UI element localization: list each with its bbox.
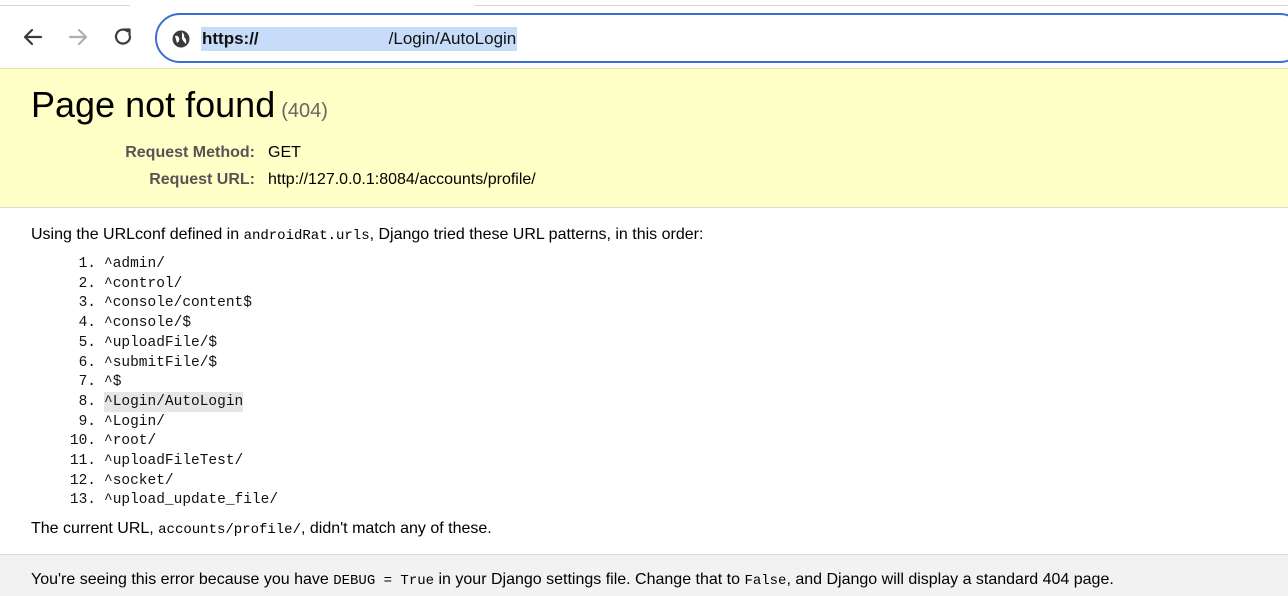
url-pattern-number: 12. [69,472,96,489]
url-pattern-number: 7. [78,374,96,391]
request-method-label: Request Method: [125,144,255,161]
error-summary: Page not found (404) Request Method: GET … [0,68,1288,208]
no-match-message: The current URL, accounts/profile/, didn… [31,518,492,541]
url-pattern-item: 3. ^console/content$ [0,293,400,313]
url-pattern-number: 13. [69,492,96,509]
request-method-value: GET [268,144,301,161]
url-pattern-text: ^admin/ [104,256,165,272]
reload-icon [114,28,132,45]
arrow-right-icon [68,28,88,46]
url-pattern-item: 7. ^$ [0,372,400,392]
url-pattern-item: 12. ^socket/ [0,471,400,491]
url-text[interactable]: https:// /Login/AutoLogin [201,27,518,51]
explanation-part2: in your Django settings file. Change tha… [434,571,745,588]
back-button[interactable] [20,22,46,52]
url-pattern-text: ^Login/ [104,413,165,430]
url-pattern-number: 6. [78,354,96,371]
url-pattern-text: ^submitFile/$ [104,354,218,371]
url-pattern-number: 3. [78,295,96,312]
debug-explanation: You're seeing this error because you hav… [0,554,1288,596]
false-value: False [744,573,787,589]
url-pattern-text: ^$ [104,374,122,391]
url-pattern-item: 11. ^uploadFileTest/ [0,451,400,471]
explanation-part1: You're seeing this error because you hav… [31,571,334,588]
url-scheme: https:// [202,29,259,48]
debug-setting: DEBUG = True [333,573,435,589]
tab-strip [0,0,1288,8]
request-url-row: Request URL: http://127.0.0.1:8084/accou… [0,169,700,191]
reload-button[interactable] [110,22,136,52]
status-code: (404) [281,100,328,122]
request-method-row: Request Method: GET [0,142,600,164]
page-title-text: Page not found [31,84,276,125]
urlconf-info: Using the URLconf defined in androidRat.… [0,208,1288,554]
request-url-label: Request URL: [149,171,255,188]
url-path: /Login/AutoLogin [388,29,517,48]
url-pattern-item: 4. ^console/$ [0,313,400,333]
url-pattern-text: ^console/content$ [104,295,252,312]
url-pattern-number: 11. [69,453,96,469]
url-pattern-item: 2. ^control/ [0,274,400,294]
url-pattern-item: 5. ^uploadFile/$ [0,333,400,353]
url-pattern-item: 6. ^submitFile/$ [0,353,400,373]
intro-before: Using the URLconf defined in [31,226,244,243]
url-pattern-text: ^Login/AutoLogin [104,391,244,412]
urlconf-module: androidRat.urls [243,228,370,244]
request-url-value: http://127.0.0.1:8084/accounts/profile/ [268,171,536,188]
url-pattern-number: 4. [78,315,96,332]
globe-icon[interactable] [171,29,191,49]
url-pattern-item: 13. ^upload_update_file/ [0,490,400,510]
outro-before: The current URL, [31,520,159,537]
url-pattern-item: 10. ^root/ [0,431,400,451]
url-pattern-text: ^console/$ [104,315,192,332]
explanation-part3: , and Django will display a standard 404… [786,571,1114,588]
intro-after: , Django tried these URL patterns, in th… [369,226,704,243]
url-pattern-text: ^control/ [104,275,183,292]
current-path: accounts/profile/ [158,522,301,538]
page-title: Page not found (404) [31,83,328,133]
url-pattern-text: ^root/ [104,433,157,450]
url-pattern-item: 9. ^Login/ [0,412,400,432]
url-pattern-item: 8. ^Login/AutoLogin [0,391,400,412]
url-pattern-number: 10. [69,433,96,450]
tab-edge-left [0,0,130,6]
browser-toolbar: https:// /Login/AutoLogin [0,0,1288,68]
explanation-text: You're seeing this error because you hav… [31,569,1114,592]
outro-after: , didn't match any of these. [300,520,492,537]
address-bar[interactable]: https:// /Login/AutoLogin [155,13,1288,63]
url-pattern-number: 9. [78,413,96,430]
urlconf-intro: Using the URLconf defined in androidRat.… [31,224,703,247]
url-pattern-text: ^upload_update_file/ [104,492,279,509]
url-pattern-number: 8. [78,393,96,410]
url-pattern-number: 2. [78,275,96,292]
url-pattern-item: 1. ^admin/ [0,254,400,274]
url-pattern-text: ^uploadFileTest/ [104,453,244,469]
url-pattern-number: 5. [78,334,96,351]
url-pattern-text: ^uploadFile/$ [104,334,218,351]
forward-button[interactable] [65,22,91,52]
tab-edge-right [475,0,1288,6]
arrow-left-icon [23,28,43,46]
url-pattern-text: ^socket/ [104,472,174,489]
url-pattern-number: 1. [78,256,96,272]
